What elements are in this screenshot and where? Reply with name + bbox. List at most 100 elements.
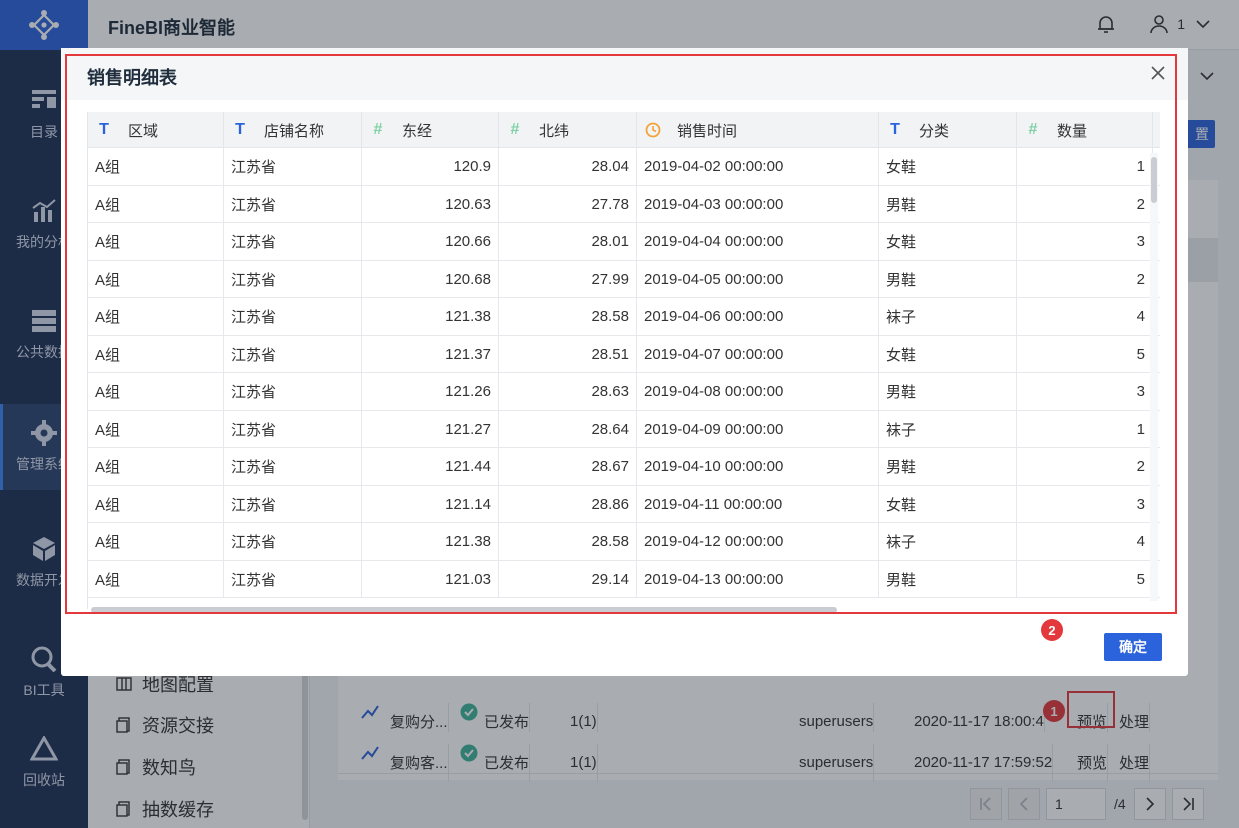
table-row[interactable]: A组 江苏省 121.38 28.58 2019-04-12 00:00:00 袜子 4 [88,523,1160,561]
table-cell: 2 [1017,185,1153,223]
table-cell: A组 [88,448,224,486]
table-cell: 2019-04-05 00:00:00 [637,260,879,298]
table-cell: 女鞋 [879,223,1017,261]
table-cell: 2019-04-04 00:00:00 [637,223,879,261]
table-row[interactable]: A组 江苏省 121.44 28.67 2019-04-10 00:00:00 男鞋 2 [88,448,1160,486]
data-table: T 区域 T 店铺名称 # 东经 # 北纬 销售时间 T 分类 # 数量 A组 江苏省 120.9 28.04… [87,112,1160,609]
table-cell: 2019-04-09 00:00:00 [637,410,879,448]
table-row[interactable]: A组 江苏省 120.66 28.01 2019-04-04 00:00:00 女鞋 3 [88,223,1160,261]
table-cell: 28.63 [499,373,637,411]
horizontal-scrollbar[interactable] [87,607,1151,613]
table-cell: 2019-04-13 00:00:00 [637,560,879,598]
table-cell: 江苏省 [224,485,362,523]
table-cell: A组 [88,223,224,261]
number-type-icon: # [510,121,520,138]
table-cell: 男鞋 [879,448,1017,486]
table-cell: 28.64 [499,410,637,448]
dialog-header: 销售明细表 [61,48,1188,100]
table-cell: 120.63 [362,185,499,223]
table-cell: 29.14 [499,560,637,598]
table-cell: A组 [88,373,224,411]
table-cell: 江苏省 [224,260,362,298]
column-header[interactable]: # 数量 [1017,112,1153,148]
table-cell: 3 [1017,485,1153,523]
table-cell: 女鞋 [879,148,1017,186]
table-cell: 2019-04-03 00:00:00 [637,185,879,223]
text-type-icon: T [890,121,900,138]
vertical-scrollbar[interactable] [1150,153,1158,601]
column-header[interactable]: # 东经 [362,112,499,148]
table-row[interactable]: A组 江苏省 121.27 28.64 2019-04-09 00:00:00 袜子 1 [88,410,1160,448]
table-cell: 2019-04-06 00:00:00 [637,298,879,336]
table-row[interactable]: A组 江苏省 121.38 28.58 2019-04-06 00:00:00 袜子 4 [88,298,1160,336]
table-row[interactable]: A组 江苏省 120.63 27.78 2019-04-03 00:00:00 男鞋 2 [88,185,1160,223]
table-cell: A组 [88,560,224,598]
table-cell: 121.44 [362,448,499,486]
table-cell: A组 [88,148,224,186]
close-icon[interactable] [1150,65,1166,81]
table-cell: 2019-04-11 00:00:00 [637,485,879,523]
table-cell: 28.58 [499,298,637,336]
table-cell: 江苏省 [224,148,362,186]
table-row[interactable]: A组 江苏省 121.37 28.51 2019-04-07 00:00:00 女鞋 5 [88,335,1160,373]
table-cell: 3 [1017,223,1153,261]
preview-dialog: 销售明细表 T 区域 T 店铺名称 # 东经 # 北纬 销售时间 T 分类 # 数量 A组 江苏省 120.… [61,48,1188,676]
table-cell: A组 [88,410,224,448]
table-cell: 121.38 [362,298,499,336]
table-cell: 28.67 [499,448,637,486]
dialog-title: 销售明细表 [87,68,177,88]
text-type-icon: T [235,121,245,138]
table-cell: 江苏省 [224,373,362,411]
table-cell: A组 [88,523,224,561]
column-header[interactable]: 销售时间 [637,112,879,148]
table-cell: 江苏省 [224,223,362,261]
table-row[interactable]: A组 江苏省 120.9 28.04 2019-04-02 00:00:00 女鞋 1 [88,148,1160,186]
table-cell: 28.51 [499,335,637,373]
table-row[interactable]: A组 江苏省 121.03 29.14 2019-04-13 00:00:00 男鞋 5 [88,560,1160,598]
table-cell: 121.14 [362,485,499,523]
table-cell: 120.66 [362,223,499,261]
table-cell: 28.58 [499,523,637,561]
table-cell: 121.37 [362,335,499,373]
column-header-label: 区域 [128,122,159,140]
table-cell: 江苏省 [224,298,362,336]
table-cell: A组 [88,185,224,223]
vertical-scroll-thumb[interactable] [1151,157,1157,203]
table-cell: 江苏省 [224,185,362,223]
table-cell: 女鞋 [879,335,1017,373]
table-cell: 男鞋 [879,260,1017,298]
table-cell: 121.38 [362,523,499,561]
column-header-label: 店铺名称 [264,122,325,140]
table-row[interactable]: A组 江苏省 120.68 27.99 2019-04-05 00:00:00 男鞋 2 [88,260,1160,298]
table-cell: 27.99 [499,260,637,298]
table-cell: 男鞋 [879,373,1017,411]
text-type-icon: T [99,121,109,138]
table-cell: 121.27 [362,410,499,448]
table-cell: 2019-04-07 00:00:00 [637,335,879,373]
column-header[interactable]: T 分类 [879,112,1017,148]
column-header[interactable]: T 区域 [88,112,224,148]
table-cell: 男鞋 [879,185,1017,223]
column-header[interactable]: # 北纬 [499,112,637,148]
table-header: T 区域 T 店铺名称 # 东经 # 北纬 销售时间 T 分类 # 数量 [88,112,1160,148]
confirm-button[interactable]: 确定 [1104,633,1162,661]
table-cell: 江苏省 [224,560,362,598]
number-type-icon: # [1028,121,1038,138]
table-row[interactable]: A组 江苏省 121.14 28.86 2019-04-11 00:00:00 女鞋 3 [88,485,1160,523]
table-cell: 1 [1017,148,1153,186]
column-header-label: 分类 [919,122,950,140]
table-cell: 袜子 [879,523,1017,561]
number-type-icon: # [373,121,383,138]
horizontal-scroll-thumb[interactable] [91,607,837,613]
table-row[interactable]: A组 江苏省 121.26 28.63 2019-04-08 00:00:00 男鞋 3 [88,373,1160,411]
table-cell: 2 [1017,260,1153,298]
table-cell: 121.26 [362,373,499,411]
table-cell: 28.86 [499,485,637,523]
table-cell: 女鞋 [879,485,1017,523]
column-header[interactable]: T 店铺名称 [224,112,362,148]
table-cell: 3 [1017,373,1153,411]
table-cell: A组 [88,485,224,523]
table-cell: 5 [1017,335,1153,373]
table-cell: A组 [88,335,224,373]
clock-icon [645,122,661,138]
